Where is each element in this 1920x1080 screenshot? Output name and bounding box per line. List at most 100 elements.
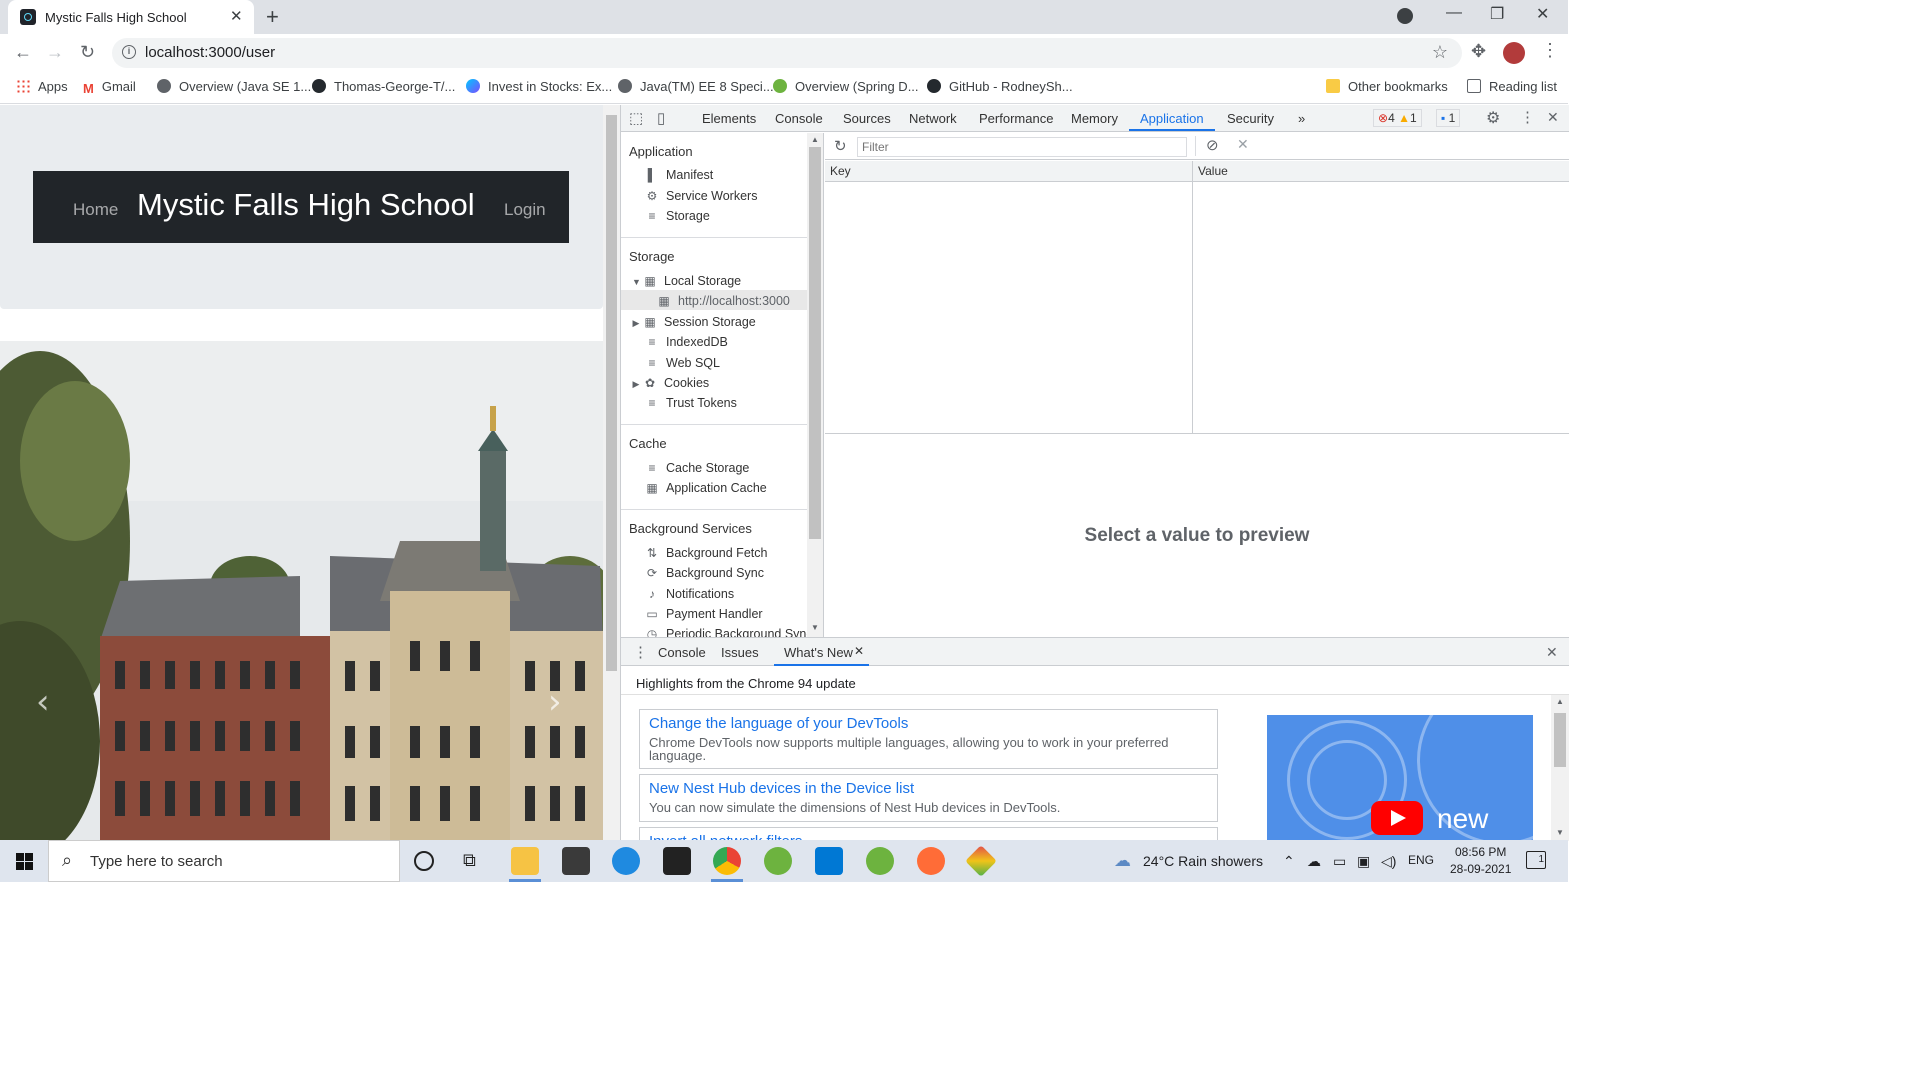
sidebar-item-storage[interactable]: ≡ Storage (646, 209, 709, 223)
back-icon[interactable]: ← (14, 42, 32, 63)
vscode-icon[interactable] (815, 847, 843, 875)
url-text[interactable]: localhost:3000/user (145, 44, 275, 61)
news-card[interactable]: Change the language of your DevTools Chr… (639, 709, 1218, 769)
close-drawer-icon[interactable]: ✕ (1546, 644, 1558, 661)
sidebar-scroll-thumb[interactable] (809, 147, 821, 539)
bookmark-invest[interactable]: Invest in Stocks: Ex... (466, 79, 612, 94)
news-card[interactable]: New Nest Hub devices in the Device list … (639, 774, 1218, 822)
sidebar-item-application-cache[interactable]: ▦ Application Cache (646, 481, 766, 495)
profile-menu-icon[interactable] (1397, 8, 1413, 24)
avatar[interactable] (1503, 42, 1525, 64)
sidebar-item-localhost-origin[interactable]: ▦ http://localhost:3000 (658, 294, 790, 308)
bookmark-star-icon[interactable]: ☆ (1432, 42, 1448, 63)
sidebar-item-web-sql[interactable]: ≡ Web SQL (646, 356, 719, 370)
network-icon[interactable]: ▣ (1357, 853, 1370, 870)
close-devtools-icon[interactable]: ✕ (1547, 109, 1559, 126)
sidebar-item-trust-tokens[interactable]: ≡ Trust Tokens (646, 396, 736, 410)
tab-security[interactable]: Security (1227, 111, 1274, 126)
drawer-tab-whats-new[interactable]: What's New (784, 645, 853, 660)
issues-counter[interactable]: ⊗4 ▲1 (1373, 109, 1422, 127)
tab-elements[interactable]: Elements (702, 111, 756, 126)
filter-input[interactable] (857, 137, 1187, 157)
news-card[interactable]: Invert all network filters (639, 827, 1218, 841)
close-whats-new-icon[interactable]: ✕ (854, 644, 864, 658)
bookmark-thomas-george[interactable]: Thomas-George-T/... (312, 79, 455, 94)
show-hidden-icons-icon[interactable]: ⌃ (1283, 853, 1295, 870)
maximize-icon[interactable]: ❐ (1490, 4, 1504, 24)
delete-selected-icon[interactable]: ✕ (1237, 136, 1249, 153)
language-indicator[interactable]: ENG (1408, 853, 1434, 867)
reading-list[interactable]: Reading list (1467, 79, 1557, 94)
bookmark-java-se[interactable]: Overview (Java SE 1... (157, 79, 311, 94)
bookmark-spring[interactable]: Overview (Spring D... (773, 79, 919, 94)
drawer-tab-console[interactable]: Console (658, 645, 706, 660)
news-card-title[interactable]: Change the language of your DevTools (649, 715, 908, 732)
device-toolbar-icon[interactable]: ▯ (657, 109, 665, 127)
sidebar-item-service-workers[interactable]: ⚙ Service Workers (646, 189, 758, 203)
sidebar-item-periodic-background-sync[interactable]: ◷ Periodic Background Sync (646, 627, 813, 637)
minimize-icon[interactable]: — (1446, 4, 1462, 22)
sidebar-item-indexeddb[interactable]: ≡ IndexedDB (646, 335, 727, 349)
scroll-up-icon[interactable]: ▲ (1556, 697, 1564, 706)
more-tabs-icon[interactable]: » (1298, 111, 1305, 126)
refresh-icon[interactable]: ↻ (834, 137, 847, 155)
forward-icon[interactable]: → (46, 42, 64, 63)
drawer-menu-icon[interactable]: ⋮ (633, 643, 648, 661)
tab-network[interactable]: Network (909, 111, 957, 126)
taskbar-search-placeholder[interactable]: Type here to search (90, 853, 223, 870)
postman-icon[interactable] (917, 847, 945, 875)
battery-icon[interactable]: ▭ (1333, 853, 1346, 870)
sidebar-item-notifications[interactable]: ♪ Notifications (646, 587, 734, 601)
git-kraken-icon[interactable] (965, 845, 997, 877)
sidebar-item-cache-storage[interactable]: ≡ Cache Storage (646, 461, 749, 475)
nav-login-link[interactable]: Login (504, 200, 546, 220)
sidebar-item-background-sync[interactable]: ⟳ Background Sync (646, 566, 764, 580)
whats-new-video-thumbnail[interactable]: new (1267, 715, 1533, 841)
close-tab-icon[interactable]: ✕ (230, 7, 243, 25)
column-key-header[interactable]: Key (825, 161, 1192, 182)
tab-memory[interactable]: Memory (1071, 111, 1118, 126)
mysql-icon[interactable] (663, 847, 691, 875)
edge-icon[interactable] (612, 847, 640, 875)
new-tab-button[interactable]: + (266, 4, 279, 30)
chrome-icon[interactable] (713, 847, 741, 875)
collapsed-triangle-icon[interactable]: ▶ (632, 379, 640, 390)
scroll-down-icon[interactable]: ▼ (811, 623, 819, 632)
browser-tab[interactable]: Mystic Falls High School ✕ (8, 0, 254, 34)
windows-start-icon[interactable] (16, 853, 33, 870)
sidebar-item-cookies[interactable]: ▶ ✿ Cookies (632, 376, 710, 390)
action-center-icon[interactable]: 1 (1526, 851, 1546, 869)
scroll-down-icon[interactable]: ▼ (1556, 828, 1564, 837)
site-info-icon[interactable]: i (122, 45, 136, 59)
weather-text[interactable]: 24°C Rain showers (1143, 853, 1263, 869)
expanded-triangle-icon[interactable]: ▼ (632, 277, 641, 287)
tab-console[interactable]: Console (775, 111, 823, 126)
tab-performance[interactable]: Performance (979, 111, 1053, 126)
spring-tools-icon[interactable] (764, 847, 792, 875)
tab-sources[interactable]: Sources (843, 111, 891, 126)
bookmark-java-ee[interactable]: Java(TM) EE 8 Speci... (618, 79, 774, 94)
nav-home-link[interactable]: Home (73, 200, 118, 220)
drawer-scroll-thumb[interactable] (1554, 713, 1566, 767)
bookmark-apps[interactable]: Apps (16, 79, 68, 94)
taskbar-search[interactable]: ⌕ Type here to search (48, 840, 400, 882)
extensions-icon[interactable]: ✥ (1471, 41, 1486, 62)
bookmark-gmail[interactable]: M Gmail (83, 79, 136, 96)
inspect-element-icon[interactable]: ⬚ (629, 109, 643, 127)
bookmark-github-rodney[interactable]: GitHub - RodneySh... (927, 79, 1073, 94)
messages-counter[interactable]: ▪ 1 (1436, 109, 1461, 127)
other-bookmarks[interactable]: Other bookmarks (1326, 79, 1448, 94)
site-brand[interactable]: Mystic Falls High School (137, 187, 475, 223)
settings-gear-icon[interactable]: ⚙ (1486, 108, 1500, 128)
sidebar-scrollbar[interactable]: ▲ ▼ (807, 133, 823, 637)
sidebar-item-manifest[interactable]: ▌ Manifest (646, 168, 714, 182)
close-window-icon[interactable]: ✕ (1536, 4, 1549, 24)
youtube-play-icon[interactable] (1371, 801, 1423, 835)
reload-icon[interactable]: ↻ (80, 42, 95, 63)
task-view-icon[interactable]: ⧉ (463, 850, 476, 871)
drawer-scrollbar[interactable]: ▲ ▼ (1551, 695, 1569, 841)
tab-application[interactable]: Application (1140, 111, 1204, 126)
column-value-header[interactable]: Value (1193, 161, 1569, 182)
spring-tools-icon[interactable] (866, 847, 894, 875)
sidebar-item-local-storage[interactable]: ▼ ▦ Local Storage (632, 274, 741, 288)
